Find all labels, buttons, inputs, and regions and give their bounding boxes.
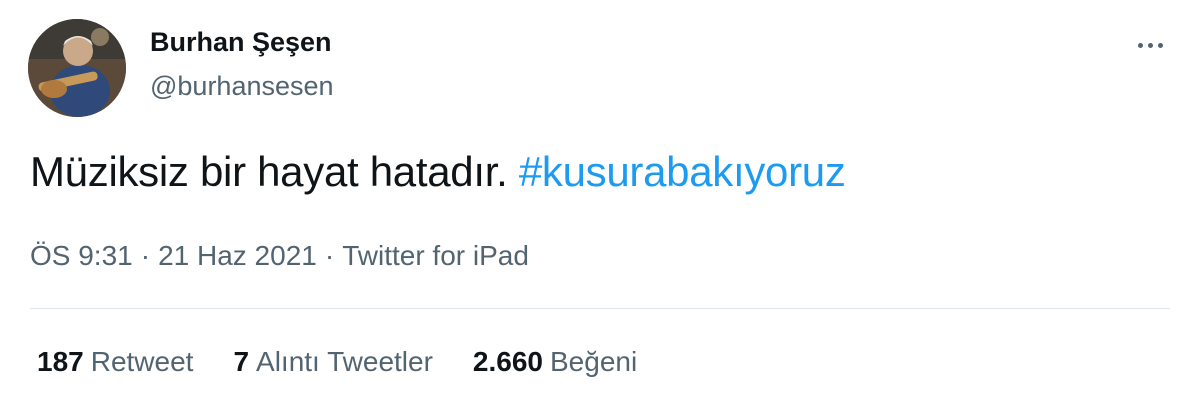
tweet-card: Burhan Şeşen @burhansesen Müziksiz bir h… (0, 0, 1200, 413)
more-dot (1137, 42, 1143, 48)
meta-separator: · (324, 240, 335, 271)
tweet-meta: ÖS 9:31 · 21 Haz 2021 · Twitter for iPad (30, 240, 529, 272)
tweet-time[interactable]: ÖS 9:31 (30, 240, 133, 271)
tweet-date[interactable]: 21 Haz 2021 (158, 240, 317, 271)
retweet-stat[interactable]: 187 Retweet (37, 346, 193, 378)
tweet-stats: 187 Retweet 7 Alıntı Tweetler 2.660 Beğeni (37, 346, 637, 378)
avatar[interactable] (28, 19, 126, 117)
like-stat[interactable]: 2.660 Beğeni (473, 346, 637, 378)
more-dot (1157, 42, 1163, 48)
retweet-label: Retweet (90, 346, 194, 377)
retweet-count: 187 (37, 346, 84, 377)
meta-separator: · (140, 240, 151, 271)
like-label: Beğeni (550, 346, 638, 377)
quote-label: Alıntı Tweetler (256, 346, 433, 377)
tweet-body: Müziksiz bir hayat hatadır. (30, 148, 508, 195)
tweet-source[interactable]: Twitter for iPad (342, 240, 529, 271)
tweet-text: Müziksiz bir hayat hatadır. #kusurabakıy… (30, 148, 846, 196)
more-horizontal-icon[interactable] (1128, 30, 1172, 60)
divider (30, 308, 1170, 309)
author-handle[interactable]: @burhansesen (150, 71, 334, 102)
like-count: 2.660 (472, 346, 543, 377)
hashtag-link[interactable]: #kusurabakıyoruz (519, 148, 846, 195)
author-name[interactable]: Burhan Şeşen (150, 27, 332, 58)
avatar-image (28, 19, 126, 117)
more-dot (1147, 42, 1153, 48)
quote-count: 7 (233, 346, 250, 377)
quote-stat[interactable]: 7 Alıntı Tweetler (233, 346, 432, 378)
